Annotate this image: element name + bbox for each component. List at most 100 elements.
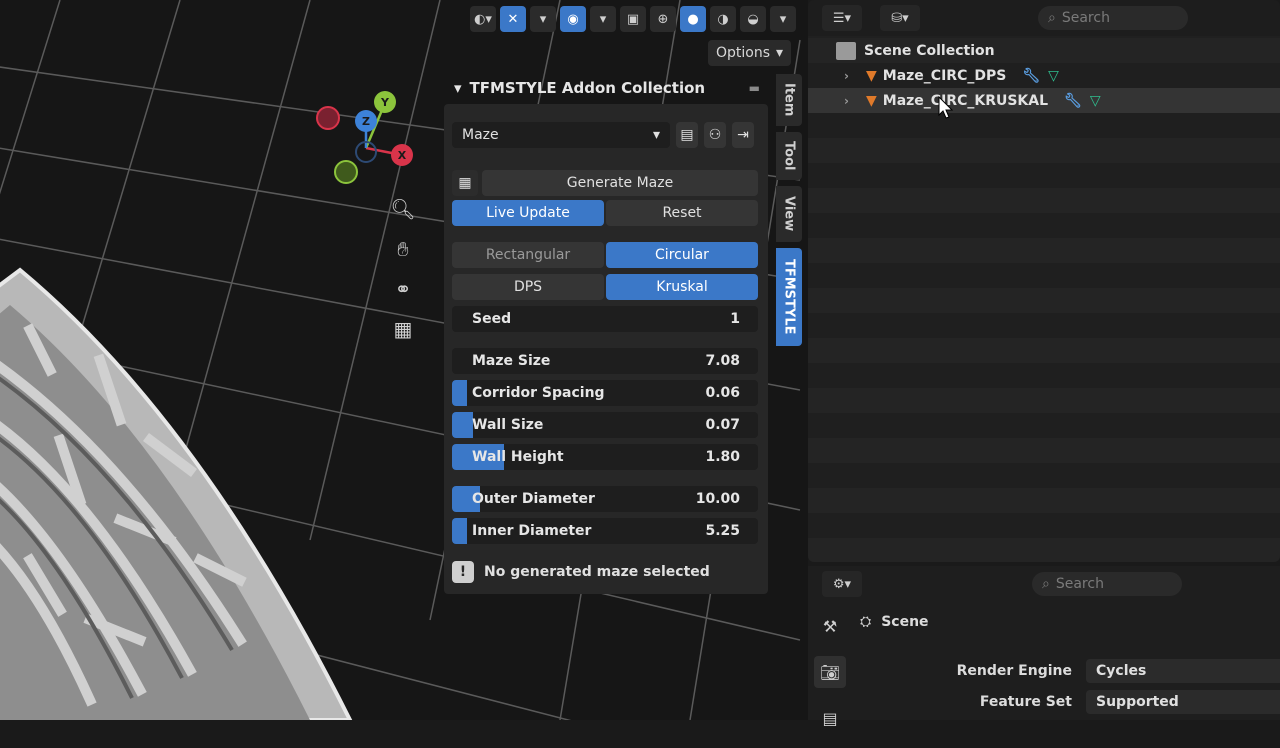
neg-y-axis-icon[interactable] [334, 160, 358, 184]
rectangular-option[interactable]: Rectangular [452, 242, 604, 268]
solid-shading-button[interactable]: ● [680, 6, 706, 32]
seed-field[interactable]: Seed 1 [452, 306, 758, 332]
maze-size-field[interactable]: Maze Size 7.08 [452, 348, 758, 374]
empty-row [808, 513, 1280, 538]
display-mode-dropdown[interactable]: ☰▾ [822, 5, 862, 31]
x-axis-label: X [398, 149, 407, 162]
filter-dropdown[interactable]: ⛁▾ [880, 5, 920, 31]
overlays-toggle-button[interactable]: ◉ [560, 6, 586, 32]
tab-tfmstyle-label: TFMSTYLE [781, 259, 797, 335]
object-type-visibility-button[interactable]: ◐▾ [470, 6, 496, 32]
editor-type-dropdown[interactable]: ⚙▾ [822, 571, 862, 597]
perspective-grid-icon[interactable]: ▦ [386, 312, 420, 346]
gizmo-toggle-button[interactable]: ✕ [500, 6, 526, 32]
preset-dropdown-value: Maze [462, 127, 499, 143]
modifier-wrench-icon[interactable]: 🔧︎ [1022, 68, 1040, 84]
navigation-gizmo[interactable]: X Y Z [316, 88, 426, 188]
circular-option[interactable]: Circular [606, 242, 758, 268]
tab-view[interactable]: View [776, 186, 802, 242]
info-text: No generated maze selected [484, 564, 710, 580]
render-engine-label: Render Engine [956, 663, 1072, 679]
material-shading-button[interactable]: ◑ [710, 6, 736, 32]
expand-chevron-icon[interactable]: › [844, 94, 858, 108]
kruskal-option[interactable]: Kruskal [606, 274, 758, 300]
document-icon[interactable]: ▤ [676, 122, 698, 148]
properties-editor: ⚙▾ ⌕ Search ⚒ 📷︎ ▤ ⛭ Scene Render Engine… [808, 566, 1280, 728]
render-engine-row: Render Engine Cycles [822, 659, 1280, 683]
panel-body: Maze ▾ ▤ ⚇ ⇥ ▦ Generate Maze Live Update… [444, 104, 768, 594]
wall-size-label: Wall Size [472, 417, 544, 433]
neg-x-axis-icon[interactable] [316, 106, 340, 130]
reset-button[interactable]: Reset [606, 200, 758, 226]
chevron-down-icon: ▾ [652, 127, 660, 143]
z-axis-label: Z [362, 115, 370, 128]
empty-row [808, 488, 1280, 513]
corridor-spacing-fill [452, 380, 468, 406]
empty-row [808, 288, 1280, 313]
mesh-data-icon[interactable]: ▽ [1048, 68, 1059, 84]
maze-size-label: Maze Size [472, 353, 551, 369]
xray-toggle-button[interactable]: ▣ [620, 6, 646, 32]
export-icon[interactable]: ⇥ [732, 122, 754, 148]
collapse-chevron-icon[interactable]: ▾ [454, 79, 462, 97]
tab-tool[interactable]: Tool [776, 132, 802, 180]
wall-size-slider[interactable]: Wall Size 0.07 [452, 412, 758, 438]
preset-row: Maze ▾ ▤ ⚇ ⇥ [452, 122, 758, 148]
expand-chevron-icon[interactable]: › [844, 69, 858, 83]
outliner-search-placeholder: Search [1061, 10, 1110, 26]
zoom-icon[interactable]: 🔍︎ [386, 192, 420, 226]
live-update-button[interactable]: Live Update [452, 200, 604, 226]
render-engine-dropdown[interactable]: Cycles [1086, 659, 1280, 683]
preset-dropdown[interactable]: Maze ▾ [452, 122, 670, 148]
tab-item[interactable]: Item [776, 74, 802, 126]
properties-search-input[interactable]: ⌕ Search [1032, 572, 1182, 596]
outliner-item-label: Maze_CIRC_DPS [882, 67, 1007, 84]
scene-collection-label: Scene Collection [864, 42, 995, 59]
outliner-item-label: Maze_CIRC_KRUSKAL [882, 92, 1049, 109]
pan-hand-icon[interactable]: ✋︎ [386, 232, 420, 266]
sidebar-tabs: Item Tool View TFMSTYLE [776, 74, 802, 352]
corridor-spacing-value: 0.06 [705, 385, 740, 401]
shape-selector: Rectangular Circular [452, 242, 758, 268]
panel-header[interactable]: ▾ TFMSTYLE Addon Collection ▬ [444, 74, 768, 102]
tab-view-label: View [781, 196, 797, 232]
empty-row [808, 238, 1280, 263]
users-icon[interactable]: ⚇ [704, 122, 726, 148]
outer-diameter-slider[interactable]: Outer Diameter 10.00 [452, 486, 758, 512]
empty-row [808, 263, 1280, 288]
3d-viewport[interactable]: ◐▾ ✕ ▾ ◉ ▾ ▣ ⊕ ● ◑ ◒ ▾ Options ▾ X Y Z 🔍… [0, 0, 808, 720]
gizmo-dropdown-button[interactable]: ▾ [530, 6, 556, 32]
overlays-dropdown-button[interactable]: ▾ [590, 6, 616, 32]
outliner-item-maze-circ-dps[interactable]: › ▼ Maze_CIRC_DPS 🔧︎ ▽ [808, 63, 1280, 88]
camera-view-icon[interactable]: ⚭ [386, 272, 420, 306]
dps-option[interactable]: DPS [452, 274, 604, 300]
generate-maze-button[interactable]: Generate Maze [482, 170, 758, 196]
outliner-item-maze-circ-kruskal[interactable]: › ▼ Maze_CIRC_KRUSKAL 🔧︎ ▽ [808, 88, 1280, 113]
empty-row [808, 538, 1280, 562]
wireframe-shading-button[interactable]: ⊕ [650, 6, 676, 32]
tool-settings-icon[interactable]: ⚒ [814, 610, 846, 642]
feature-set-dropdown[interactable]: Supported [1086, 690, 1280, 714]
rendered-shading-button[interactable]: ◒ [740, 6, 766, 32]
shading-dropdown-button[interactable]: ▾ [770, 6, 796, 32]
modifier-wrench-icon[interactable]: 🔧︎ [1064, 93, 1082, 109]
empty-row [808, 363, 1280, 388]
wall-height-slider[interactable]: Wall Height 1.80 [452, 444, 758, 470]
collection-icon [836, 41, 856, 60]
mesh-data-icon[interactable]: ▽ [1090, 93, 1101, 109]
inner-diameter-slider[interactable]: Inner Diameter 5.25 [452, 518, 758, 544]
inner-diameter-value: 5.25 [705, 523, 740, 539]
options-dropdown[interactable]: Options ▾ [708, 40, 792, 66]
tab-tfmstyle[interactable]: TFMSTYLE [776, 248, 802, 346]
empty-row [808, 138, 1280, 163]
properties-header: ⚙▾ ⌕ Search [808, 566, 1280, 602]
outliner-search-input[interactable]: ⌕ Search [1038, 6, 1188, 30]
scene-collection-row[interactable]: Scene Collection [808, 38, 1280, 63]
chevron-down-icon: ▾ [776, 45, 784, 61]
corridor-spacing-slider[interactable]: Corridor Spacing 0.06 [452, 380, 758, 406]
outliner: ☰▾ ⛁▾ ⌕ Search Scene Collection › ▼ Maze… [808, 0, 1280, 562]
drag-grip-icon[interactable]: ▬ [749, 81, 760, 95]
empty-row [808, 213, 1280, 238]
tab-item-label: Item [781, 83, 797, 117]
seed-value: 1 [730, 311, 740, 327]
